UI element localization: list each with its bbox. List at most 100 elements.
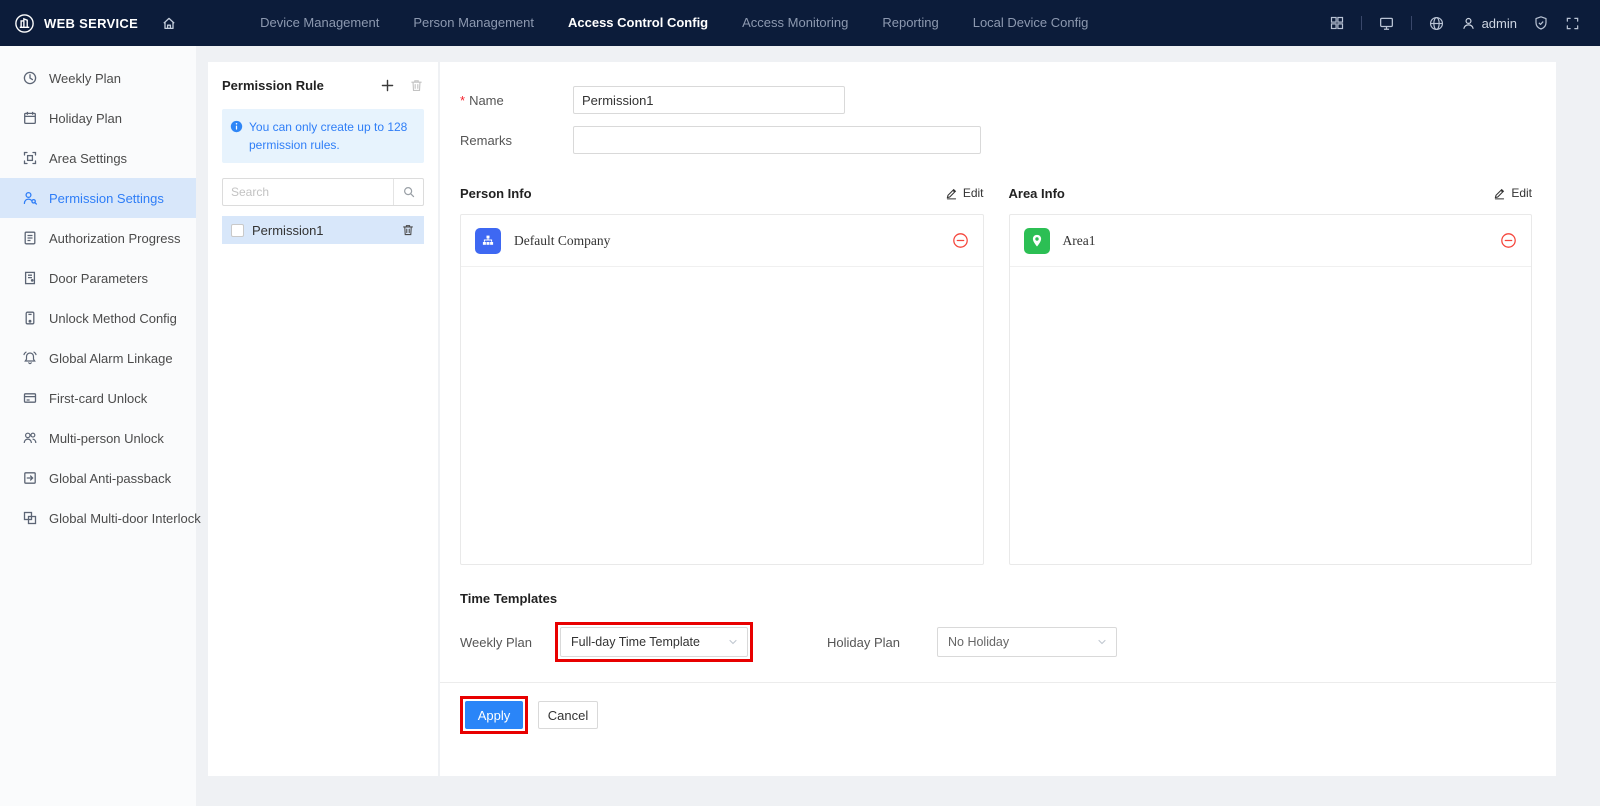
edit-pencil-icon (1493, 187, 1506, 200)
alarm-bell-icon (22, 350, 38, 366)
search-input[interactable] (223, 179, 393, 205)
area-frame-icon (22, 150, 38, 166)
organization-icon (475, 228, 501, 254)
sidebar-item-label: First-card Unlock (49, 391, 147, 406)
remove-person-icon[interactable] (952, 232, 969, 249)
rule-list-item-permission1[interactable]: Permission1 (222, 216, 424, 244)
area-pin-icon (1024, 228, 1050, 254)
info-icon (230, 120, 243, 154)
nav-local-device-config[interactable]: Local Device Config (956, 0, 1106, 46)
home-icon[interactable] (161, 15, 177, 31)
fullscreen-icon[interactable] (1565, 16, 1580, 31)
remarks-input[interactable] (573, 126, 981, 154)
sidebar-item-label: Weekly Plan (49, 71, 121, 86)
add-rule-icon[interactable] (380, 78, 395, 93)
main-nav: Device Management Person Management Acce… (243, 0, 1105, 46)
document-progress-icon (22, 230, 38, 246)
rule-name: Permission1 (252, 223, 393, 238)
sidebar-item-global-multi-door-interlock[interactable]: Global Multi-door Interlock (0, 498, 196, 538)
permission-form-panel: * Name Remarks Person Info (440, 62, 1556, 776)
annotation-highlight: Apply (460, 696, 528, 734)
nav-device-management[interactable]: Device Management (243, 0, 396, 46)
cancel-button[interactable]: Cancel (538, 701, 598, 729)
globe-icon[interactable] (1428, 15, 1445, 32)
multi-person-icon (22, 430, 38, 446)
search-box (222, 178, 424, 206)
nav-person-management[interactable]: Person Management (396, 0, 551, 46)
nav-access-monitoring[interactable]: Access Monitoring (725, 0, 865, 46)
calendar-icon (22, 110, 38, 126)
separator (1361, 16, 1362, 30)
user-name: admin (1482, 16, 1517, 31)
card-icon (22, 390, 38, 406)
person-info-edit-button[interactable]: Edit (945, 186, 984, 200)
sidebar: Weekly Plan Holiday Plan Area Settings P… (0, 46, 196, 806)
remarks-label: Remarks (460, 133, 573, 148)
sidebar-item-authorization-progress[interactable]: Authorization Progress (0, 218, 196, 258)
sidebar-item-global-anti-passback[interactable]: Global Anti-passback (0, 458, 196, 498)
apply-button[interactable]: Apply (465, 701, 523, 729)
separator (1411, 16, 1412, 30)
device-icon[interactable] (1378, 15, 1395, 32)
notice-text: You can only create up to 128 permission… (249, 118, 415, 154)
sidebar-item-label: Global Multi-door Interlock (49, 511, 201, 526)
sidebar-item-holiday-plan[interactable]: Holiday Plan (0, 98, 196, 138)
sidebar-item-label: Permission Settings (49, 191, 164, 206)
person-info-box: Default Company (460, 214, 984, 565)
sidebar-item-area-settings[interactable]: Area Settings (0, 138, 196, 178)
name-input[interactable] (573, 86, 845, 114)
user-icon (1461, 16, 1476, 31)
remove-area-icon[interactable] (1500, 232, 1517, 249)
sidebar-item-multi-person-unlock[interactable]: Multi-person Unlock (0, 418, 196, 458)
sidebar-item-permission-settings[interactable]: Permission Settings (0, 178, 196, 218)
sidebar-item-global-alarm-linkage[interactable]: Global Alarm Linkage (0, 338, 196, 378)
user-menu[interactable]: admin (1461, 16, 1517, 31)
search-icon[interactable] (393, 179, 423, 205)
person-info-title: Person Info (460, 186, 532, 201)
area-info-box: Area1 (1009, 214, 1533, 565)
person-info-column: Person Info Edit (460, 182, 984, 565)
area-item-name: Area1 (1063, 233, 1096, 249)
delete-rule-icon[interactable] (401, 223, 415, 237)
sidebar-item-first-card-unlock[interactable]: First-card Unlock (0, 378, 196, 418)
annotation-highlight: Full-day Time Template (555, 622, 753, 662)
rule-checkbox[interactable] (231, 224, 244, 237)
sidebar-item-label: Global Alarm Linkage (49, 351, 173, 366)
shield-icon[interactable] (1533, 15, 1549, 31)
edit-pencil-icon (945, 187, 958, 200)
area-info-edit-button[interactable]: Edit (1493, 186, 1532, 200)
required-mark: * (460, 93, 465, 108)
area-info-title: Area Info (1009, 186, 1065, 201)
apps-grid-icon[interactable] (1329, 15, 1345, 31)
sidebar-item-label: Area Settings (49, 151, 127, 166)
panel-title: Permission Rule (222, 78, 366, 93)
person-permission-icon (22, 190, 38, 206)
brand-name: WEB SERVICE (44, 16, 138, 31)
logo-icon (14, 13, 35, 34)
time-templates-title: Time Templates (460, 591, 1532, 606)
sidebar-item-label: Multi-person Unlock (49, 431, 164, 446)
sidebar-item-label: Authorization Progress (49, 231, 181, 246)
sidebar-item-door-parameters[interactable]: Door Parameters (0, 258, 196, 298)
interlock-icon (22, 510, 38, 526)
nav-access-control-config[interactable]: Access Control Config (551, 0, 725, 46)
holiday-plan-select[interactable]: No Holiday (937, 627, 1117, 657)
brand: WEB SERVICE (0, 13, 191, 34)
name-label: * Name (460, 93, 573, 108)
sidebar-item-label: Holiday Plan (49, 111, 122, 126)
sidebar-item-label: Door Parameters (49, 271, 148, 286)
nav-reporting[interactable]: Reporting (865, 0, 955, 46)
clock-icon (22, 70, 38, 86)
rule-limit-notice: You can only create up to 128 permission… (222, 109, 424, 163)
chevron-down-icon (1096, 636, 1108, 648)
sidebar-item-label: Unlock Method Config (49, 311, 177, 326)
topbar-right: admin (1329, 15, 1600, 32)
delete-rules-icon[interactable] (409, 78, 424, 93)
sidebar-item-weekly-plan[interactable]: Weekly Plan (0, 58, 196, 98)
permission-rule-panel: Permission Rule (208, 62, 438, 776)
sidebar-item-unlock-method-config[interactable]: Unlock Method Config (0, 298, 196, 338)
weekly-plan-select[interactable]: Full-day Time Template (560, 627, 748, 657)
person-item-name: Default Company (514, 233, 610, 249)
door-icon (22, 270, 38, 286)
topbar: WEB SERVICE Device Management Person Man… (0, 0, 1600, 46)
